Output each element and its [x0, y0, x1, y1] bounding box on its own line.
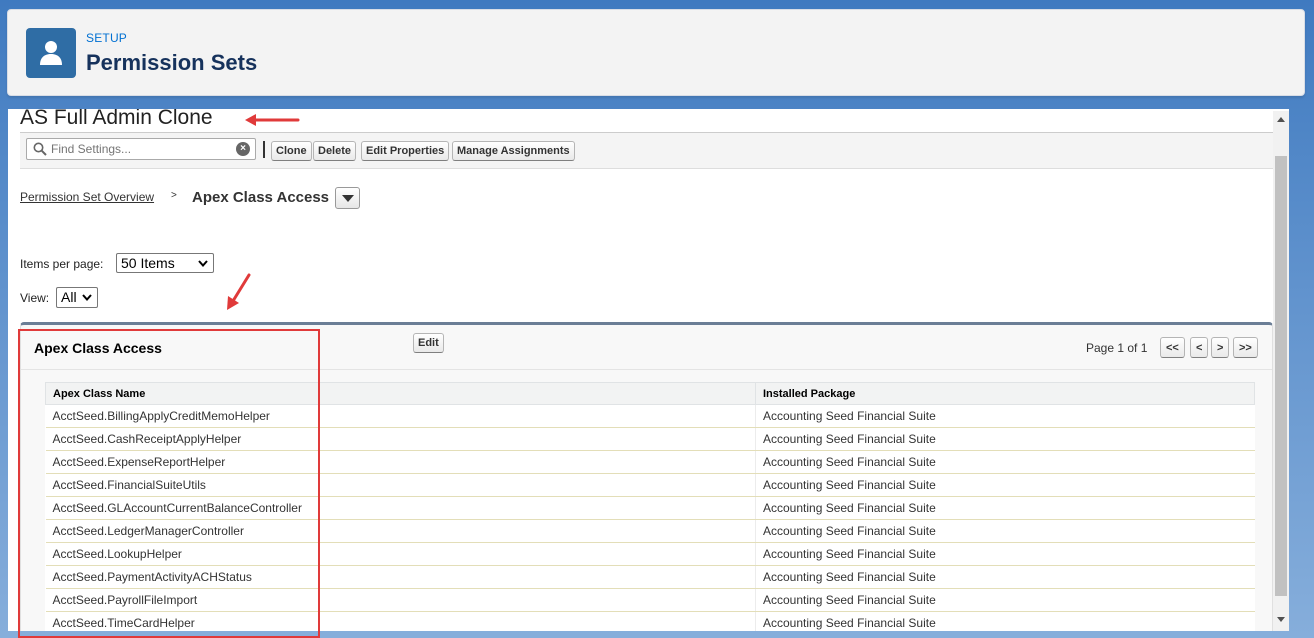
apex-class-name: AcctSeed.GLAccountCurrentBalanceControll… — [45, 496, 756, 520]
table-row: AcctSeed.PayrollFileImport Accounting See… — [45, 588, 1255, 612]
user-icon — [26, 28, 76, 78]
items-per-page-select[interactable]: 50 Items — [116, 253, 214, 273]
prev-page-button[interactable]: < — [1190, 337, 1209, 358]
table-row: AcctSeed.FinancialSuiteUtils Accounting S… — [45, 473, 1255, 497]
next-page-button[interactable]: > — [1211, 337, 1230, 358]
breadcrumb-overview-link[interactable]: Permission Set Overview — [20, 190, 154, 204]
table-row: AcctSeed.BillingApplyCreditMemoHelper Acc… — [45, 404, 1255, 428]
edit-properties-button[interactable]: Edit Properties — [361, 141, 450, 161]
table-row: AcctSeed.TimeCardHelper Accounting Seed F… — [45, 611, 1255, 631]
view-value: All — [61, 289, 77, 305]
setup-header: SETUP Permission Sets — [7, 9, 1305, 96]
installed-package: Accounting Seed Financial Suite — [755, 496, 1255, 520]
search-icon — [33, 142, 47, 156]
section-divider — [21, 369, 1272, 370]
column-header: Installed Package — [755, 382, 1255, 405]
toolbar: × Clone Delete Edit Properties Manage As… — [20, 133, 1273, 169]
items-per-page-value: 50 Items — [121, 255, 175, 271]
apex-class-name: AcctSeed.LookupHelper — [45, 542, 756, 566]
apex-class-table: Apex Class Name Installed Package AcctSe… — [45, 382, 1255, 631]
table-row: AcctSeed.GLAccountCurrentBalanceControll… — [45, 496, 1255, 520]
table-row: AcctSeed.ExpenseReportHelper Accounting S… — [45, 450, 1255, 474]
apex-class-name: AcctSeed.BillingApplyCreditMemoHelper — [45, 404, 756, 428]
vertical-scrollbar[interactable] — [1273, 111, 1289, 631]
apex-class-name: AcctSeed.FinancialSuiteUtils — [45, 473, 756, 497]
chevron-down-icon — [82, 294, 92, 301]
apex-class-name: AcctSeed.CashReceiptApplyHelper — [45, 427, 756, 451]
breadcrumb-separator: > — [171, 190, 177, 201]
breadcrumb-current: Apex Class Access — [192, 189, 330, 206]
installed-package: Accounting Seed Financial Suite — [755, 542, 1255, 566]
installed-package: Accounting Seed Financial Suite — [755, 473, 1255, 497]
table-row: AcctSeed.CashReceiptApplyHelper Accountin… — [45, 427, 1255, 451]
installed-package: Accounting Seed Financial Suite — [755, 588, 1255, 612]
chevron-down-icon — [198, 260, 208, 267]
table-header-row: Apex Class Name Installed Package — [45, 382, 1255, 405]
installed-package: Accounting Seed Financial Suite — [755, 404, 1255, 428]
installed-package: Accounting Seed Financial Suite — [755, 519, 1255, 543]
scroll-up-icon[interactable] — [1277, 117, 1285, 122]
clone-button[interactable]: Clone — [271, 141, 312, 161]
scroll-down-icon[interactable] — [1277, 617, 1285, 622]
view-select[interactable]: All — [56, 287, 98, 308]
section-title: Apex Class Access — [34, 340, 162, 356]
view-label: View: — [20, 291, 50, 305]
breadcrumb-dropdown-button[interactable] — [335, 187, 360, 209]
apex-class-name: AcctSeed.TimeCardHelper — [45, 611, 756, 631]
installed-package: Accounting Seed Financial Suite — [755, 427, 1255, 451]
delete-button[interactable]: Delete — [313, 141, 357, 161]
apex-class-name: AcctSeed.LedgerManagerController — [45, 519, 756, 543]
edit-button[interactable]: Edit — [413, 333, 444, 353]
search-input[interactable] — [51, 141, 231, 157]
apex-class-access-section: Apex Class Access Edit Page 1 of 1 << < … — [20, 322, 1273, 631]
manage-assignments-button[interactable]: Manage Assignments — [452, 141, 575, 161]
last-page-button[interactable]: >> — [1233, 337, 1258, 358]
apex-class-name: AcctSeed.PayrollFileImport — [45, 588, 756, 612]
clear-search-icon[interactable]: × — [236, 142, 250, 156]
table-row: AcctSeed.PaymentActivityACHStatus Account… — [45, 565, 1255, 589]
first-page-button[interactable]: << — [1160, 337, 1185, 358]
items-per-page-label: Items per page: — [20, 257, 104, 271]
table-row: AcctSeed.LookupHelper Accounting Seed Fin… — [45, 542, 1255, 566]
column-header: Apex Class Name — [45, 382, 756, 405]
scroll-thumb[interactable] — [1275, 156, 1287, 596]
chevron-down-icon — [342, 195, 354, 202]
toolbar-separator — [263, 141, 265, 158]
setup-label: SETUP — [86, 31, 128, 45]
page-title: Permission Sets — [86, 50, 258, 75]
search-box[interactable]: × — [26, 138, 256, 160]
apex-class-name: AcctSeed.PaymentActivityACHStatus — [45, 565, 756, 589]
record-title: AS Full Admin Clone — [20, 109, 213, 129]
table-row: AcctSeed.LedgerManagerController Accounti… — [45, 519, 1255, 543]
pager-text: Page 1 of 1 — [1086, 341, 1148, 355]
apex-class-name: AcctSeed.ExpenseReportHelper — [45, 450, 756, 474]
installed-package: Accounting Seed Financial Suite — [755, 565, 1255, 589]
installed-package: Accounting Seed Financial Suite — [755, 611, 1255, 631]
installed-package: Accounting Seed Financial Suite — [755, 450, 1255, 474]
main-content: AS Full Admin Clone × Clone Delete Edit … — [8, 109, 1289, 631]
